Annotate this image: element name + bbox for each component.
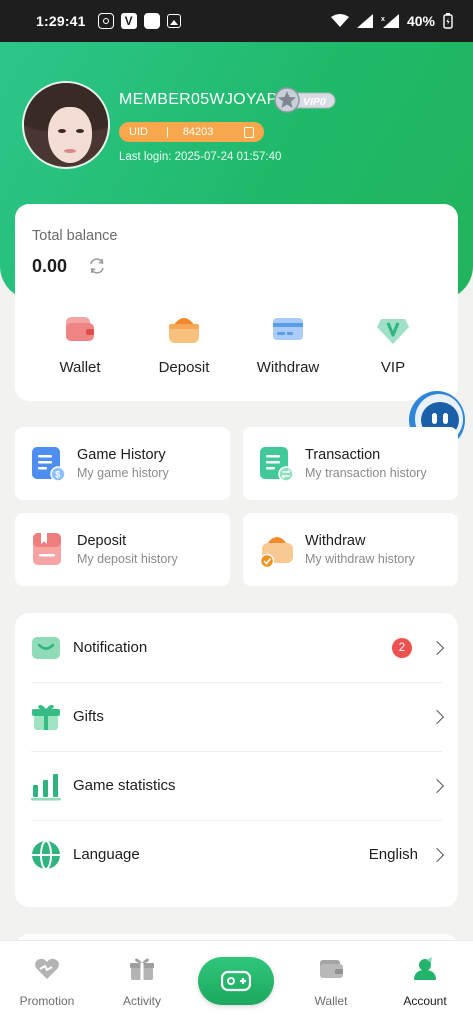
gift-icon xyxy=(32,704,60,730)
wallet-label: Wallet xyxy=(59,359,101,376)
username: MEMBER05WJOYAP xyxy=(119,91,278,108)
notification-icons: V xyxy=(97,13,181,29)
app-icon xyxy=(143,13,160,29)
game-controller-icon xyxy=(221,970,251,992)
vip-icon xyxy=(377,319,409,344)
game-statistics-label: Game statistics xyxy=(73,777,176,794)
nav-account[interactable]: Account xyxy=(380,957,470,1008)
wifi-icon xyxy=(330,14,349,27)
vip-button[interactable]: VIP xyxy=(347,312,439,376)
withdraw-history-subtitle: My withdraw history xyxy=(305,552,415,566)
instagram-icon xyxy=(97,13,114,29)
transaction-subtitle: My transaction history xyxy=(305,466,427,480)
transaction-tile[interactable]: Transaction My transaction history xyxy=(243,427,458,500)
globe-icon xyxy=(32,839,60,870)
signal-x-icon: x xyxy=(381,14,399,28)
chevron-right-icon xyxy=(429,709,445,724)
deposit-button[interactable]: Deposit xyxy=(138,312,230,376)
language-row[interactable]: Language English xyxy=(15,820,458,889)
vip-badge: VIP0 xyxy=(274,87,336,113)
game-history-icon: $ xyxy=(32,447,65,482)
refresh-icon[interactable] xyxy=(87,257,107,275)
settings-list: Notification 2 Gifts Game statistics Lan… xyxy=(15,613,458,907)
nav-wallet-label: Wallet xyxy=(314,994,348,1008)
notification-icon xyxy=(32,636,60,659)
language-label: Language xyxy=(73,846,140,863)
withdraw-button[interactable]: Withdraw xyxy=(242,312,334,376)
withdraw-history-tile[interactable]: Withdraw My withdraw history xyxy=(243,513,458,586)
chevron-right-icon xyxy=(429,778,445,793)
nav-account-label: Account xyxy=(403,994,447,1008)
language-value: English xyxy=(368,846,418,863)
last-login: Last login: 2025-07-24 01:57:40 xyxy=(119,151,282,163)
deposit-icon xyxy=(169,318,199,343)
chevron-right-icon xyxy=(429,847,445,862)
balance-value: 0.00 xyxy=(32,256,68,276)
gallery-icon xyxy=(166,14,181,28)
vip-label: VIP xyxy=(380,359,406,376)
svg-text:$: $ xyxy=(55,470,60,480)
withdraw-icon xyxy=(273,318,303,340)
copy-icon[interactable] xyxy=(244,126,254,138)
transaction-title: Transaction xyxy=(305,447,381,463)
balance-card: Total balance 0.00 Wallet Deposit Withdr… xyxy=(15,204,458,401)
gifts-row[interactable]: Gifts xyxy=(15,682,458,751)
notification-badge: 2 xyxy=(392,637,412,658)
notification-label: Notification xyxy=(73,639,148,656)
svg-text:x: x xyxy=(381,16,385,23)
deposit-history-subtitle: My deposit history xyxy=(77,552,178,566)
withdraw-label: Withdraw xyxy=(256,359,320,376)
nav-games-button[interactable] xyxy=(198,957,274,1005)
status-bar: 1:29:41 V x 40% xyxy=(0,0,473,42)
chevron-right-icon xyxy=(429,640,445,655)
uid-pill[interactable]: UID | 84203 xyxy=(119,122,264,142)
balance-label: Total balance xyxy=(32,228,118,244)
deposit-history-tile[interactable]: Deposit My deposit history xyxy=(15,513,230,586)
promotion-icon xyxy=(35,958,59,979)
vip-level-label: VIP0 xyxy=(303,96,326,108)
deposit-history-title: Deposit xyxy=(77,533,127,549)
battery-icon xyxy=(443,13,453,29)
transaction-icon xyxy=(260,447,293,482)
wallet-button[interactable]: Wallet xyxy=(34,312,126,376)
bar-chart-icon xyxy=(31,773,61,800)
notification-row[interactable]: Notification 2 xyxy=(15,613,458,682)
wallet-nav-icon xyxy=(320,960,343,978)
account-icon xyxy=(414,957,436,980)
signal-icon xyxy=(356,14,373,28)
bottom-navigation: Promotion Activity Wallet Account xyxy=(0,940,473,1024)
game-statistics-row[interactable]: Game statistics xyxy=(15,751,458,820)
activity-icon xyxy=(130,958,154,980)
gifts-label: Gifts xyxy=(73,708,104,725)
uid-label: UID xyxy=(129,126,148,138)
uid-value: 84203 xyxy=(182,126,214,138)
v-app-icon: V xyxy=(120,13,137,29)
nav-promotion[interactable]: Promotion xyxy=(2,957,92,1008)
wallet-icon xyxy=(66,317,94,341)
status-time: 1:29:41 xyxy=(36,13,86,29)
deposit-label: Deposit xyxy=(158,359,210,376)
game-history-tile[interactable]: $ Game History My game history xyxy=(15,427,230,500)
nav-activity[interactable]: Activity xyxy=(97,957,187,1008)
nav-promotion-label: Promotion xyxy=(19,994,75,1008)
battery-percent: 40% xyxy=(406,13,435,29)
game-history-title: Game History xyxy=(77,447,166,463)
nav-wallet[interactable]: Wallet xyxy=(286,957,376,1008)
withdraw-history-title: Withdraw xyxy=(305,533,366,549)
withdraw-history-icon xyxy=(259,537,293,568)
avatar[interactable] xyxy=(22,81,110,169)
deposit-history-icon xyxy=(33,533,61,565)
uid-separator: | xyxy=(165,126,169,138)
game-history-subtitle: My game history xyxy=(77,466,169,480)
nav-activity-label: Activity xyxy=(122,994,161,1008)
